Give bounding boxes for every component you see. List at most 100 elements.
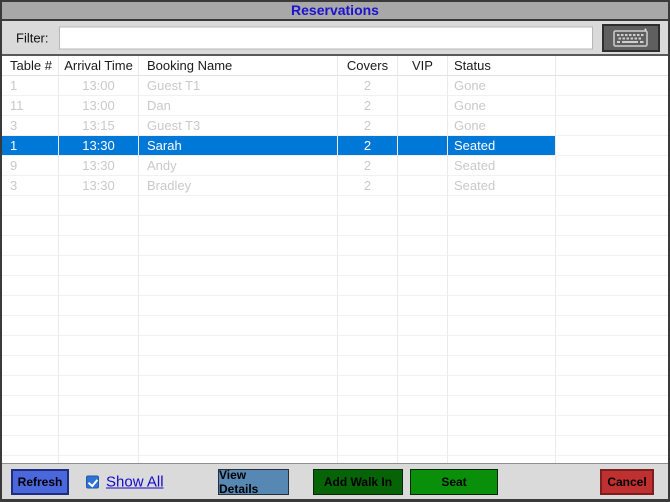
add-walk-in-button[interactable]: Add Walk In xyxy=(313,469,403,495)
table-row[interactable]: 313:30Bradley2Seated xyxy=(2,176,668,196)
empty-cell xyxy=(2,316,59,336)
table-cell: Gone xyxy=(448,96,556,116)
column-header: VIP xyxy=(398,56,448,76)
empty-cell xyxy=(338,396,398,416)
table-cell: Seated xyxy=(448,156,556,176)
empty-cell xyxy=(398,256,448,276)
empty-cell xyxy=(59,236,139,256)
empty-cell xyxy=(59,216,139,236)
table-row[interactable]: 313:15Guest T32Gone xyxy=(2,116,668,136)
empty-cell xyxy=(448,296,556,316)
empty-cell xyxy=(338,236,398,256)
empty-cell xyxy=(139,456,338,463)
empty-cell xyxy=(448,456,556,463)
empty-cell xyxy=(338,196,398,216)
empty-cell xyxy=(139,356,338,376)
table-cell: Seated xyxy=(448,136,556,156)
empty-cell xyxy=(556,236,668,256)
empty-cell xyxy=(139,216,338,236)
grid-header-row: Table #Arrival TimeBooking NameCoversVIP… xyxy=(2,56,668,76)
table-row[interactable]: 1113:00Dan2Gone xyxy=(2,96,668,116)
empty-cell xyxy=(338,416,398,436)
table-row[interactable]: 113:00Guest T12Gone xyxy=(2,76,668,96)
empty-cell xyxy=(398,296,448,316)
empty-cell xyxy=(59,436,139,456)
column-header: Table # xyxy=(2,56,59,76)
empty-table-row xyxy=(2,256,668,276)
table-cell xyxy=(398,176,448,196)
reservations-grid: Table #Arrival TimeBooking NameCoversVIP… xyxy=(2,56,668,463)
reservations-window: Reservations Filter: xyxy=(0,0,670,502)
table-cell xyxy=(556,156,668,176)
table-cell xyxy=(398,96,448,116)
empty-cell xyxy=(556,296,668,316)
empty-cell xyxy=(448,256,556,276)
table-cell: 1 xyxy=(2,76,59,96)
empty-cell xyxy=(139,416,338,436)
empty-cell xyxy=(2,196,59,216)
empty-cell xyxy=(398,456,448,463)
empty-cell xyxy=(59,256,139,276)
view-details-button[interactable]: View Details xyxy=(218,469,289,495)
table-cell: 3 xyxy=(2,176,59,196)
empty-cell xyxy=(59,296,139,316)
filter-input[interactable] xyxy=(59,26,593,49)
footer-bar: Refresh Show All View Details Add Walk I… xyxy=(2,463,668,499)
empty-cell xyxy=(59,416,139,436)
seat-button[interactable]: Seat xyxy=(410,469,498,495)
empty-cell xyxy=(59,316,139,336)
empty-cell xyxy=(448,436,556,456)
empty-cell xyxy=(2,396,59,416)
keyboard-button[interactable] xyxy=(602,24,660,52)
empty-cell xyxy=(338,316,398,336)
table-cell xyxy=(398,136,448,156)
show-all-checkbox[interactable] xyxy=(86,475,99,488)
empty-cell xyxy=(398,436,448,456)
table-cell xyxy=(556,136,668,156)
table-cell: 2 xyxy=(338,116,398,136)
empty-cell xyxy=(139,396,338,416)
empty-cell xyxy=(556,316,668,336)
empty-cell xyxy=(556,336,668,356)
empty-table-row xyxy=(2,396,668,416)
empty-cell xyxy=(338,276,398,296)
empty-table-row xyxy=(2,216,668,236)
empty-table-row xyxy=(2,436,668,456)
table-cell: 13:00 xyxy=(59,96,139,116)
empty-cell xyxy=(556,196,668,216)
empty-cell xyxy=(139,256,338,276)
reservations-table-body: 113:00Guest T12Gone1113:00Dan2Gone313:15… xyxy=(2,76,668,463)
empty-cell xyxy=(448,376,556,396)
empty-table-row xyxy=(2,416,668,436)
table-row[interactable]: 913:30Andy2Seated xyxy=(2,156,668,176)
empty-cell xyxy=(398,196,448,216)
table-cell xyxy=(398,116,448,136)
cancel-button[interactable]: Cancel xyxy=(600,469,654,495)
filter-bar: Filter: xyxy=(2,21,668,56)
table-cell: Gone xyxy=(448,116,556,136)
empty-cell xyxy=(338,296,398,316)
empty-cell xyxy=(2,416,59,436)
empty-cell xyxy=(448,336,556,356)
empty-cell xyxy=(2,256,59,276)
empty-cell xyxy=(2,336,59,356)
table-row[interactable]: 113:30Sarah2Seated xyxy=(2,136,668,156)
table-cell: 2 xyxy=(338,96,398,116)
empty-cell xyxy=(556,396,668,416)
table-cell xyxy=(556,76,668,96)
empty-cell xyxy=(2,216,59,236)
refresh-button[interactable]: Refresh xyxy=(11,469,69,495)
empty-cell xyxy=(338,376,398,396)
table-cell xyxy=(398,76,448,96)
empty-cell xyxy=(398,316,448,336)
show-all-toggle[interactable]: Show All xyxy=(86,473,164,490)
table-cell xyxy=(398,156,448,176)
empty-table-row xyxy=(2,196,668,216)
window-title: Reservations xyxy=(291,1,379,20)
empty-cell xyxy=(338,216,398,236)
empty-cell xyxy=(398,276,448,296)
table-cell: 2 xyxy=(338,136,398,156)
empty-cell xyxy=(448,396,556,416)
table-cell: 1 xyxy=(2,136,59,156)
empty-cell xyxy=(338,456,398,463)
